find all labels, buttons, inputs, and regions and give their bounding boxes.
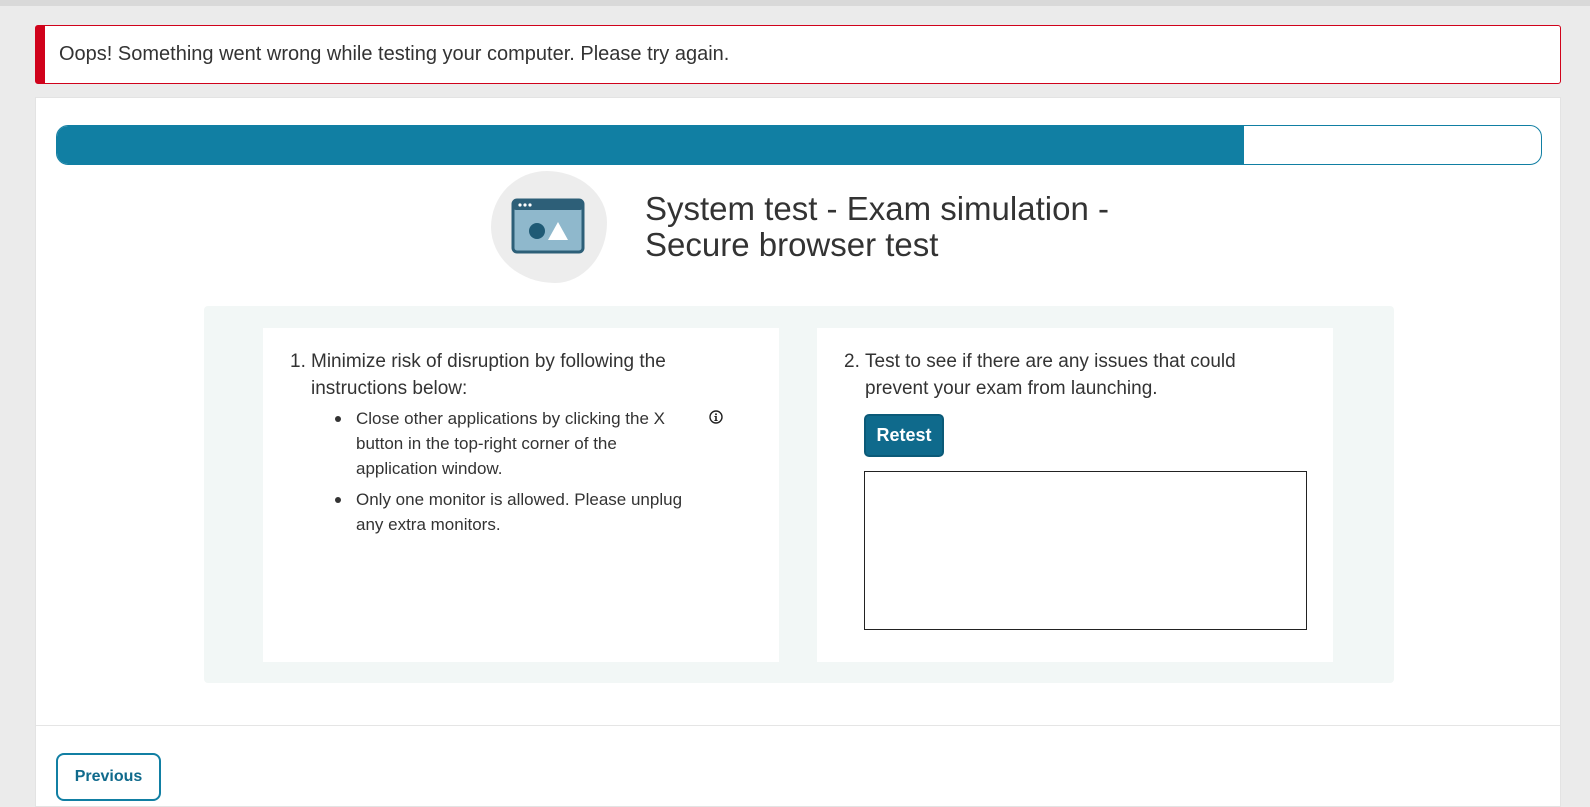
bullet-dot [335,497,341,503]
retest-button[interactable]: Retest [864,414,944,457]
instructions-card: 1. Minimize risk of disruption by follow… [263,328,779,662]
list-item: Only one monitor is allowed. Please unpl… [335,487,715,537]
bullet-dot [335,416,341,422]
list-item-text: Close other applications by clicking the… [356,409,665,478]
step-2-number: 2. [844,351,860,372]
previous-button[interactable]: Previous [56,753,161,801]
error-alert: Oops! Something went wrong while testing… [35,25,1561,84]
page-title-line-1: System test - Exam simulation - [645,190,1109,227]
footer-divider [36,725,1560,726]
step-2: 2. Test to see if there are any issues t… [844,348,1284,402]
error-alert-message: Oops! Something went wrong while testing… [59,43,730,65]
info-circle-icon[interactable] [709,410,723,424]
step-1-number: 1. [290,351,306,372]
test-header: System test - Exam simulation - Secure b… [491,171,1109,283]
top-strip [0,0,1590,6]
test-card: 2. Test to see if there are any issues t… [817,328,1333,662]
instructions-list: Close other applications by clicking the… [335,406,715,543]
test-steps-container: 1. Minimize risk of disruption by follow… [204,306,1394,683]
test-result-box [864,471,1307,630]
step-2-text: Test to see if there are any issues that… [865,351,1236,399]
progress-bar [56,125,1542,165]
step-1: 1. Minimize risk of disruption by follow… [290,348,730,402]
page-title: System test - Exam simulation - Secure b… [645,191,1109,263]
progress-bar-fill [57,126,1245,164]
browser-window-icon-container [491,171,607,283]
page-title-line-2: Secure browser test [645,226,939,263]
system-test-panel: System test - Exam simulation - Secure b… [35,97,1561,807]
browser-window-icon [511,198,585,254]
list-item: Close other applications by clicking the… [335,406,715,481]
step-1-text: Minimize risk of disruption by following… [311,351,666,399]
list-item-text: Only one monitor is allowed. Please unpl… [356,490,683,534]
